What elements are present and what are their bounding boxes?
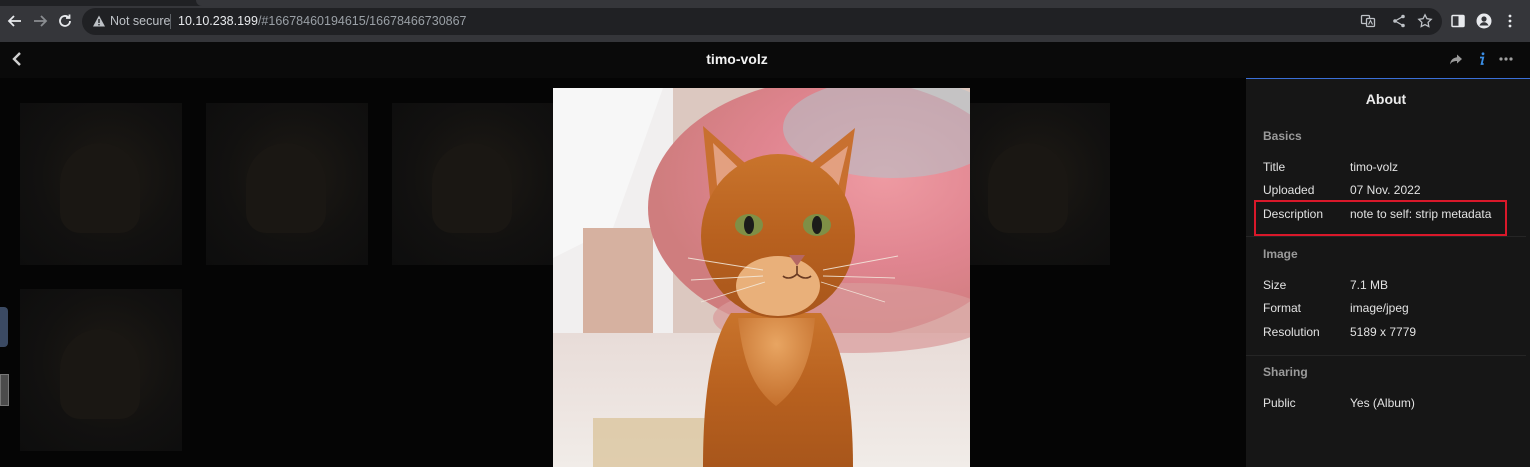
reload-icon[interactable] <box>56 12 74 30</box>
url-text[interactable]: 10.10.238.199/#16678460194615/1667846673… <box>178 14 467 28</box>
section-title-image: Image <box>1263 247 1298 261</box>
share-icon[interactable] <box>1391 13 1407 29</box>
thumbnail-subject <box>60 143 140 233</box>
section-title-basics: Basics <box>1263 129 1302 143</box>
gallery-thumbnail[interactable] <box>392 103 554 265</box>
field-value-uploaded: 07 Nov. 2022 <box>1350 183 1421 197</box>
about-panel: About Basics Title timo-volz Uploaded 07… <box>1246 78 1530 467</box>
field-label-format: Format <box>1263 301 1302 315</box>
field-label-title: Title <box>1263 160 1286 174</box>
field-value-format: image/jpeg <box>1350 301 1409 315</box>
forward-arrow-icon[interactable] <box>31 12 49 30</box>
thumbnail-subject <box>246 143 326 233</box>
thumbnail-subject <box>60 329 140 419</box>
url-path: /#16678460194615/16678466730867 <box>257 14 467 28</box>
field-label-uploaded: Uploaded <box>1263 183 1315 197</box>
section-title-sharing: Sharing <box>1263 365 1308 379</box>
info-icon[interactable] <box>1474 51 1490 67</box>
description-highlight-box <box>1254 200 1507 236</box>
field-value-size: 7.1 MB <box>1350 278 1389 292</box>
cat-photo <box>553 88 970 467</box>
bookmark-star-icon[interactable] <box>1417 13 1433 29</box>
section-divider <box>1246 236 1526 237</box>
active-tab[interactable] <box>196 0 1530 6</box>
share-arrow-icon[interactable] <box>1448 51 1464 67</box>
about-heading: About <box>1365 91 1407 107</box>
gallery-thumbnail[interactable] <box>20 103 182 265</box>
field-value-public: Yes (Album) <box>1350 396 1415 410</box>
gallery-thumbnail[interactable] <box>948 103 1110 265</box>
cat-photo-illustration <box>553 88 970 467</box>
field-value-title: timo-volz <box>1350 160 1399 174</box>
thumbnail-subject <box>988 143 1068 233</box>
more-horizontal-icon[interactable] <box>1498 51 1514 67</box>
gallery-thumbnail[interactable] <box>20 289 182 451</box>
translate-icon[interactable] <box>1360 13 1376 29</box>
browser-toolbar: Not secure 10.10.238.199/#16678460194615… <box>0 0 1530 42</box>
profile-avatar-icon[interactable] <box>1476 13 1492 29</box>
warning-icon[interactable] <box>92 14 106 28</box>
photo-title: timo-volz <box>706 51 768 67</box>
thumbnail-subject <box>432 143 512 233</box>
address-bar[interactable]: Not secure 10.10.238.199/#16678460194615… <box>82 8 1442 35</box>
field-label-public: Public <box>1263 396 1296 410</box>
viewer-header: timo-volz <box>0 42 1530 78</box>
drawer-handle[interactable] <box>0 307 8 347</box>
browser-menu-icon[interactable] <box>1502 13 1518 29</box>
field-value-resolution: 5189 x 7779 <box>1350 325 1417 339</box>
field-label-resolution: Resolution <box>1263 325 1320 339</box>
tab-strip <box>0 0 1530 6</box>
gallery-thumbnail[interactable] <box>206 103 368 265</box>
back-arrow-icon[interactable] <box>6 12 24 30</box>
side-panel-icon[interactable] <box>1450 13 1466 29</box>
security-label[interactable]: Not secure <box>110 14 170 28</box>
omnibox-separator <box>170 14 171 29</box>
section-divider <box>1246 355 1526 356</box>
field-label-size: Size <box>1263 278 1287 292</box>
scroll-handle[interactable] <box>0 374 9 406</box>
url-host: 10.10.238.199 <box>178 14 258 28</box>
